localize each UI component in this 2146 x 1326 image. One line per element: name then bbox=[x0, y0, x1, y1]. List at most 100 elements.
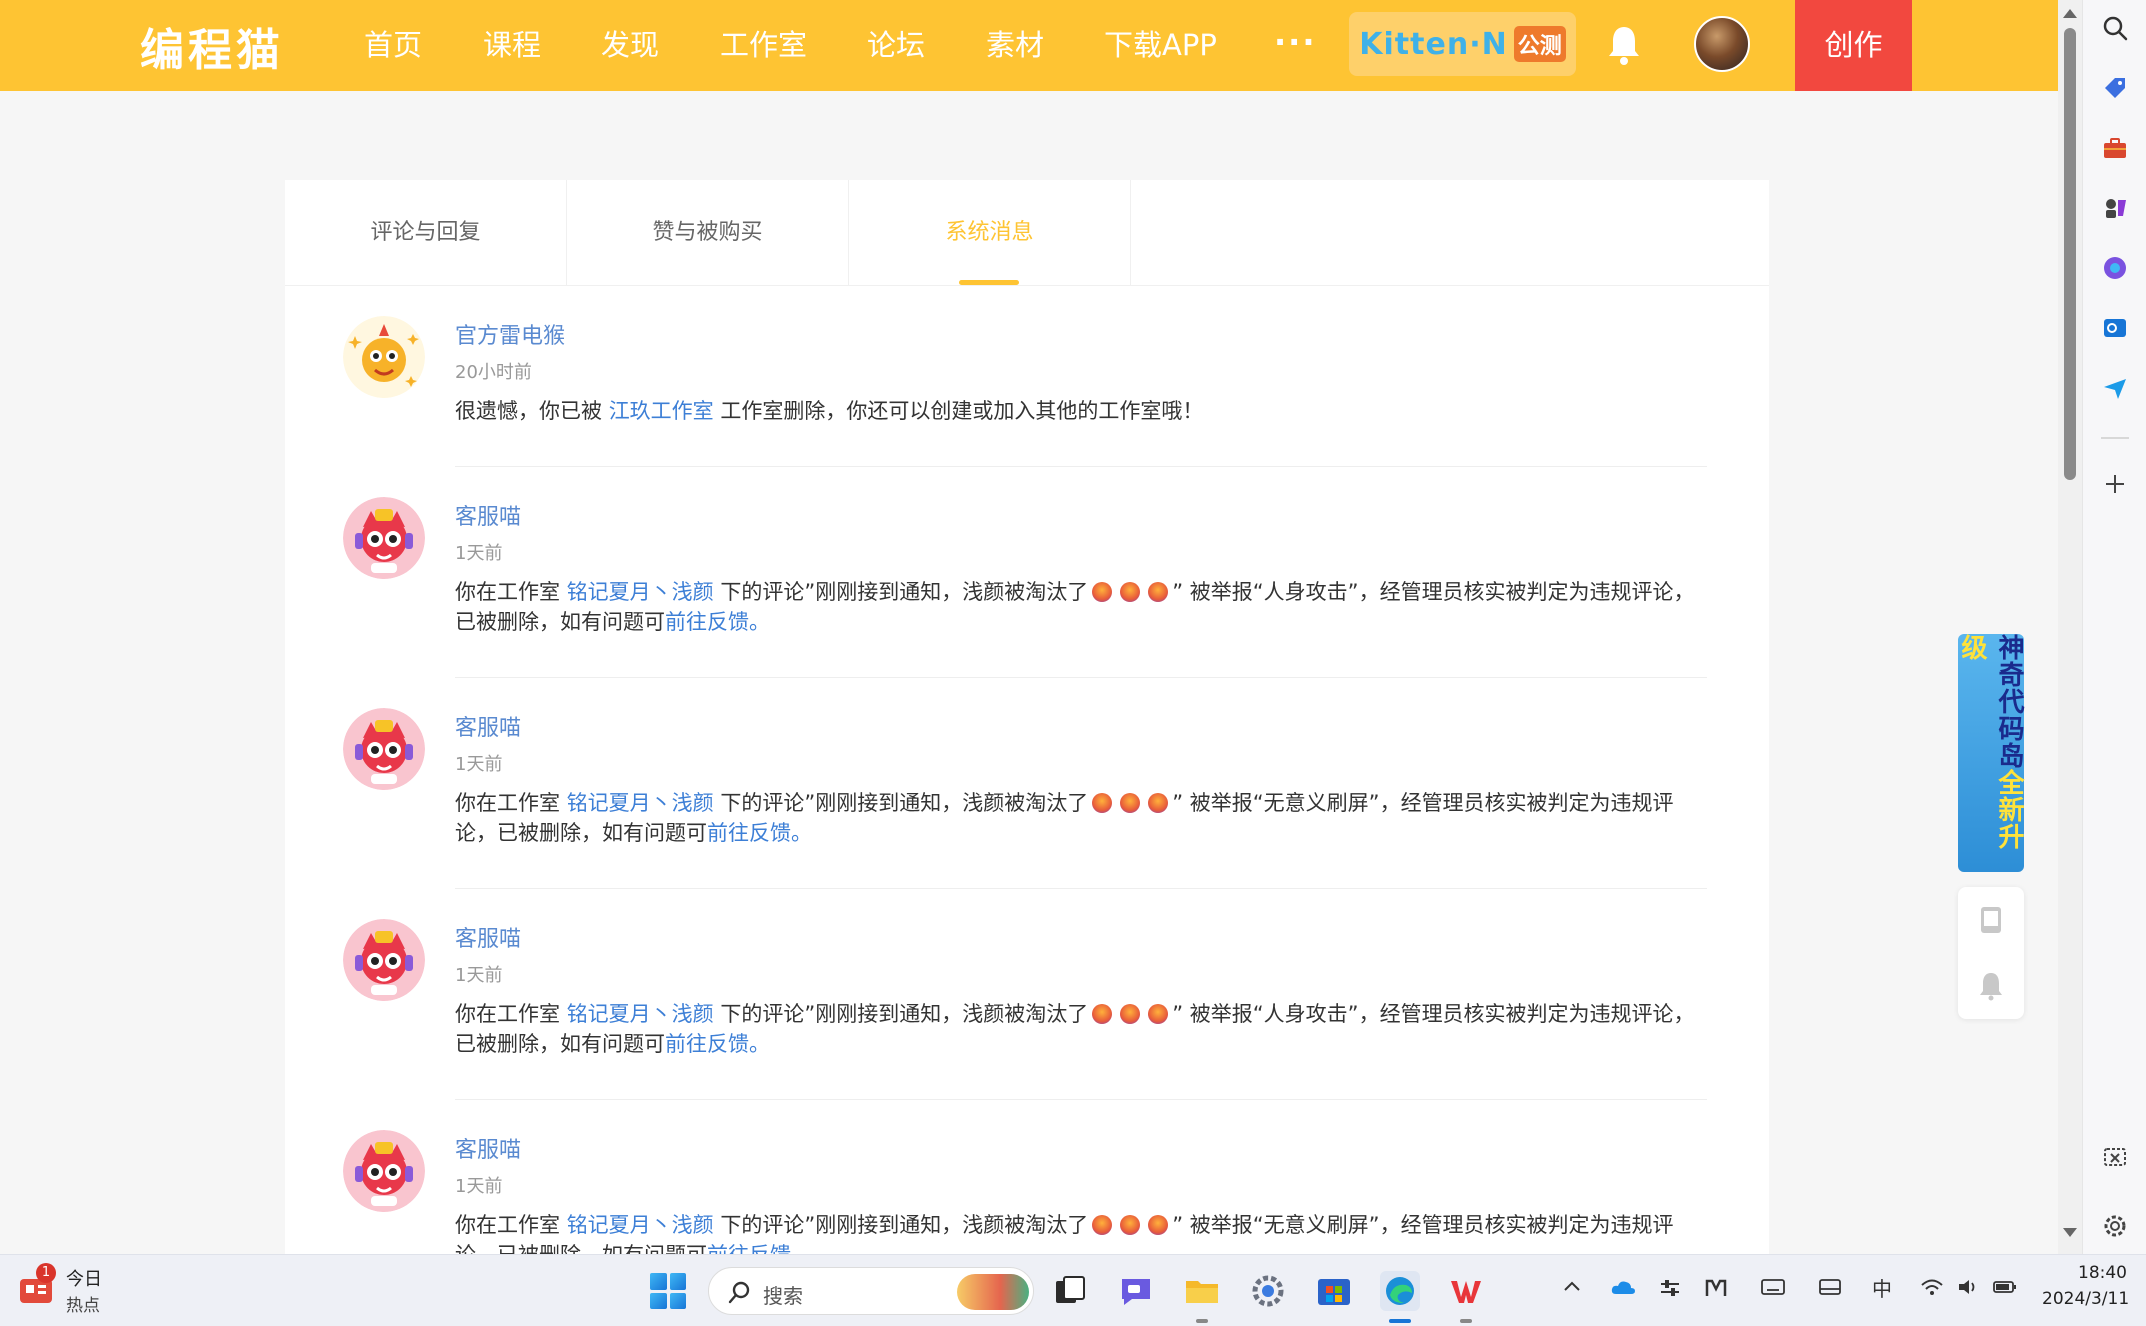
kitten-n-button[interactable]: Kitten·N 公测 bbox=[1349, 12, 1576, 76]
nav-studio[interactable]: 工作室 bbox=[720, 0, 807, 91]
studio-link[interactable]: 铭记夏月丶浅颜 bbox=[567, 580, 714, 604]
task-view-icon[interactable] bbox=[1050, 1271, 1090, 1311]
microsoft-store-icon[interactable] bbox=[1314, 1271, 1354, 1311]
input-method-indicator[interactable]: 中 bbox=[1872, 1273, 1892, 1302]
nav-courses[interactable]: 课程 bbox=[483, 0, 541, 91]
file-explorer-icon[interactable] bbox=[1182, 1271, 1222, 1311]
running-indicator bbox=[1196, 1319, 1208, 1323]
copilot-icon[interactable] bbox=[2101, 254, 2129, 282]
service-cat-avatar[interactable] bbox=[343, 1130, 425, 1212]
volume-icon[interactable] bbox=[1956, 1277, 1980, 1297]
message-text: 你在工作室 bbox=[455, 580, 567, 604]
emoji-icon bbox=[1092, 1215, 1113, 1235]
message-text-end: 。 bbox=[749, 1032, 770, 1056]
nav-more-button[interactable]: ··· bbox=[1274, 0, 1316, 91]
scroll-up-arrow-icon[interactable] bbox=[2063, 9, 2077, 18]
message-text: 你在工作室 bbox=[455, 791, 567, 815]
scroll-down-arrow-icon[interactable] bbox=[2063, 1228, 2077, 1237]
network-adapter-icon[interactable] bbox=[1658, 1277, 1682, 1299]
tab-likes-purchases[interactable]: 赞与被购买 bbox=[567, 180, 849, 286]
wifi-icon[interactable] bbox=[1920, 1277, 1944, 1297]
nav-home[interactable]: 首页 bbox=[364, 0, 422, 91]
browser-sidebar bbox=[2082, 0, 2146, 1254]
floating-tools bbox=[1958, 887, 2024, 1019]
user-avatar[interactable] bbox=[1694, 16, 1750, 72]
service-cat-avatar[interactable] bbox=[343, 497, 425, 579]
code-island-banner[interactable]: 神奇代码岛全新升级 bbox=[1957, 634, 2024, 872]
message-content: 你在工作室 铭记夏月丶浅颜 下的评论”刚刚接到通知，浅颜被淘汰了” 被举报“人身… bbox=[455, 999, 1705, 1059]
emoji-icon bbox=[1148, 1215, 1169, 1235]
nav-materials[interactable]: 素材 bbox=[986, 0, 1044, 91]
search-placeholder: 搜索 bbox=[763, 1284, 803, 1308]
onedrive-cloud-icon[interactable] bbox=[1610, 1277, 1636, 1297]
edge-browser-icon[interactable] bbox=[1380, 1271, 1420, 1311]
emoji-icon bbox=[1148, 1004, 1169, 1024]
outlook-icon[interactable] bbox=[2101, 314, 2129, 342]
nav-forum[interactable]: 论坛 bbox=[867, 0, 925, 91]
games-icon[interactable] bbox=[2101, 194, 2129, 222]
official-monkey-avatar[interactable] bbox=[343, 316, 425, 398]
scrollbar-thumb[interactable] bbox=[2064, 28, 2076, 480]
widgets-hot-label[interactable]: 热点 bbox=[66, 1291, 100, 1316]
send-icon[interactable] bbox=[2101, 374, 2129, 402]
page-scrollbar[interactable] bbox=[2058, 0, 2082, 1254]
message-time: 20小时前 bbox=[455, 362, 532, 383]
message-sender[interactable]: 官方雷电猴 bbox=[455, 318, 565, 350]
running-indicator bbox=[1460, 1319, 1472, 1323]
studio-link[interactable]: 江玖工作室 bbox=[609, 399, 714, 423]
studio-link[interactable]: 铭记夏月丶浅颜 bbox=[567, 1213, 714, 1237]
keyboard-icon[interactable] bbox=[1760, 1277, 1786, 1297]
message-text: 下的评论”刚刚接到通知，浅颜被淘汰了 bbox=[713, 1002, 1089, 1026]
studio-link[interactable]: 铭记夏月丶浅颜 bbox=[567, 791, 714, 815]
message-text: 你在工作室 bbox=[455, 1002, 567, 1026]
feedback-link[interactable]: 前往反馈 bbox=[665, 1032, 749, 1056]
settings-gear-icon[interactable] bbox=[2101, 1212, 2129, 1240]
sidebar-divider bbox=[2101, 437, 2129, 439]
battery-icon[interactable] bbox=[1992, 1277, 2018, 1297]
message-divider bbox=[455, 1099, 1707, 1100]
app-m-tray-icon[interactable] bbox=[1704, 1277, 1728, 1299]
message-time: 1天前 bbox=[455, 543, 503, 564]
teams-chat-icon[interactable] bbox=[1116, 1271, 1156, 1311]
notification-bell-icon[interactable] bbox=[1978, 971, 2004, 1001]
message-sender[interactable]: 客服喵 bbox=[455, 1132, 521, 1164]
tablet-icon[interactable] bbox=[1978, 905, 2004, 935]
feedback-link[interactable]: 前往反馈 bbox=[707, 1243, 791, 1254]
feedback-link[interactable]: 前往反馈 bbox=[707, 821, 791, 845]
bell-icon[interactable] bbox=[1606, 24, 1642, 66]
site-logo[interactable]: 编程猫 bbox=[140, 18, 284, 76]
message-text: 下的评论”刚刚接到通知，浅颜被淘汰了 bbox=[713, 791, 1089, 815]
shopping-tag-icon[interactable] bbox=[2101, 74, 2129, 102]
studio-link[interactable]: 铭记夏月丶浅颜 bbox=[567, 1002, 714, 1026]
create-button[interactable]: 创作 bbox=[1795, 0, 1912, 91]
search-icon[interactable] bbox=[2101, 14, 2129, 42]
taskbar-clock-date[interactable]: 2024/3/11 bbox=[2042, 1289, 2129, 1309]
tray-overflow-chevron-icon[interactable] bbox=[1562, 1277, 1582, 1297]
message-time: 1天前 bbox=[455, 1176, 503, 1197]
emoji-icon bbox=[1092, 582, 1113, 602]
screenshot-icon[interactable] bbox=[2101, 1144, 2129, 1172]
tablet-mode-icon[interactable] bbox=[1818, 1277, 1842, 1297]
tab-comments-replies[interactable]: 评论与回复 bbox=[285, 180, 567, 286]
widgets-today-label[interactable]: 今日 bbox=[66, 1265, 102, 1291]
settings-icon[interactable] bbox=[1248, 1271, 1288, 1311]
tab-system-messages[interactable]: 系统消息 bbox=[849, 180, 1131, 286]
service-cat-avatar[interactable] bbox=[343, 919, 425, 1001]
message-sender[interactable]: 客服喵 bbox=[455, 499, 521, 531]
taskbar-search-box[interactable]: 搜索 bbox=[708, 1267, 1034, 1315]
wps-office-icon[interactable] bbox=[1446, 1271, 1486, 1311]
nav-discover[interactable]: 发现 bbox=[601, 0, 659, 91]
emoji-icon bbox=[1120, 582, 1141, 602]
message-sender[interactable]: 客服喵 bbox=[455, 921, 521, 953]
add-icon[interactable] bbox=[2101, 470, 2129, 498]
nav-download-app[interactable]: 下载APP bbox=[1104, 0, 1217, 91]
message-divider bbox=[455, 466, 1707, 467]
feedback-link[interactable]: 前往反馈 bbox=[665, 610, 749, 634]
message-content: 很遗憾，你已被 江玖工作室 工作室删除，你还可以创建或加入其他的工作室哦！ bbox=[455, 396, 1705, 426]
taskbar-clock-time[interactable]: 18:40 bbox=[2078, 1263, 2127, 1283]
toolbox-icon[interactable] bbox=[2101, 134, 2129, 162]
service-cat-avatar[interactable] bbox=[343, 708, 425, 790]
windows-start-icon[interactable] bbox=[650, 1273, 686, 1309]
emoji-icon bbox=[1148, 793, 1169, 813]
message-sender[interactable]: 客服喵 bbox=[455, 710, 521, 742]
